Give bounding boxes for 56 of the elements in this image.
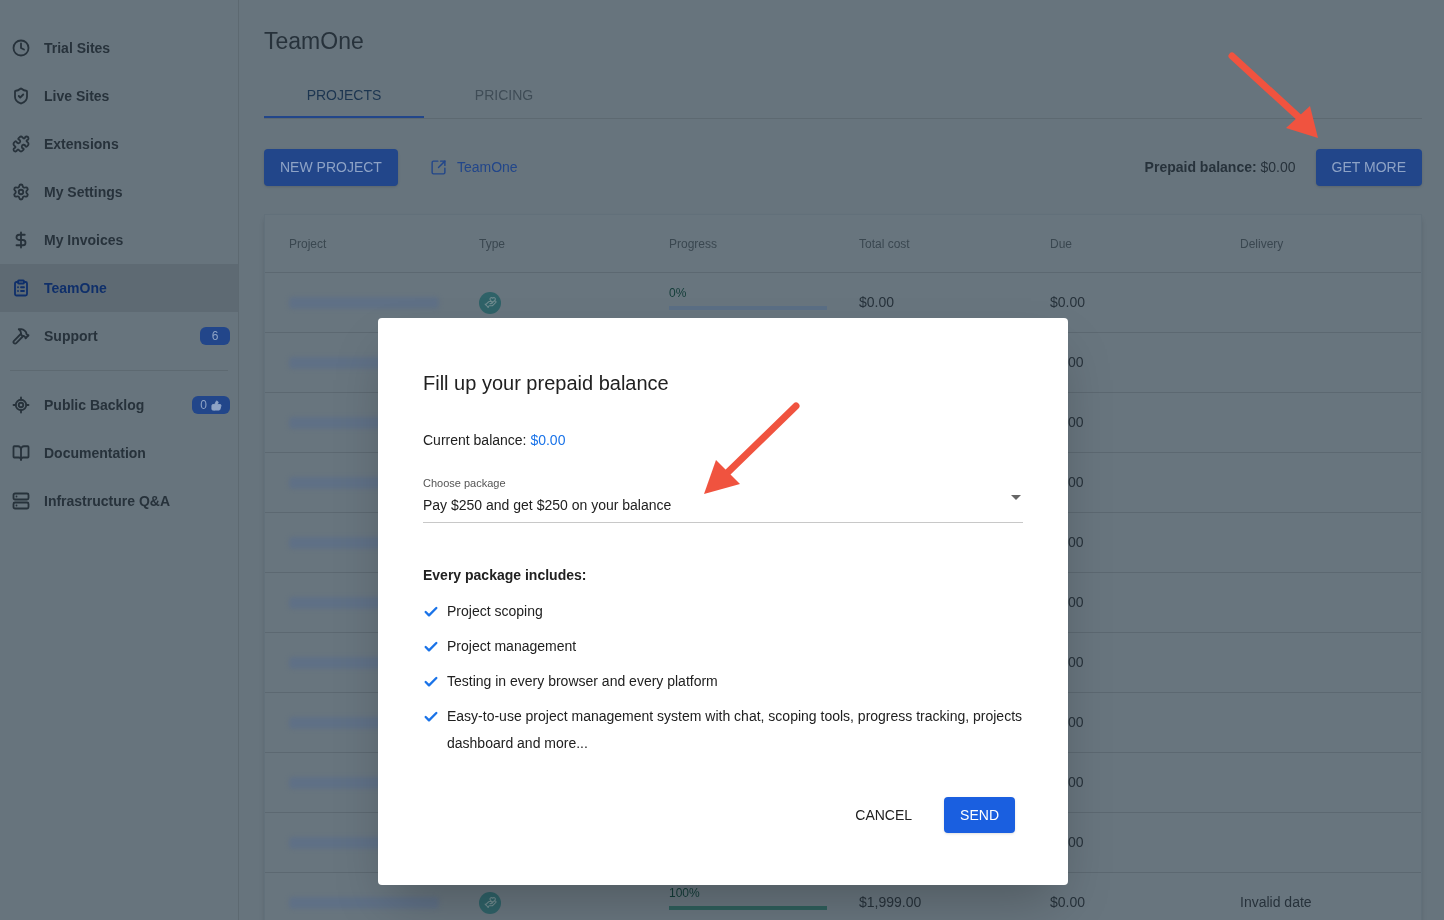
dialog-title: Fill up your prepaid balance [423,371,670,396]
external-link-icon [429,159,447,176]
new-project-button[interactable]: NEW PROJECT [264,149,398,186]
sidebar-item[interactable]: My Settings [0,168,238,216]
table-cell-text: $0.00 [1050,893,1087,912]
sidebar-item[interactable]: TeamOne [0,264,238,312]
table-cell-text: $0.00 [859,293,896,312]
included-feature: Project scoping [447,601,543,621]
table-cell-text: $1,999.00 [859,893,923,912]
sidebar-item[interactable]: Public Backlog 0 [0,381,238,429]
tab[interactable]: PROJECTS [264,74,424,118]
prepaid-balance: Prepaid balance: $0.00 [1144,158,1296,177]
table-cell-text: 00 [1067,533,1085,552]
included-feature: Project management [447,636,577,656]
table-cell-text: 00 [1067,473,1085,492]
table-cell-text: 00 [1067,593,1085,612]
sidebar-item[interactable]: My Invoices [0,216,238,264]
type-icon [479,891,501,914]
sidebar-item[interactable]: Trial Sites [0,24,238,72]
table-cell-text: 00 [1067,353,1085,372]
sidebar-item[interactable]: Documentation [0,429,238,477]
target-icon [12,396,30,414]
send-button[interactable]: SEND [944,797,1015,833]
puzzle-icon [12,135,30,153]
caret-icon [1011,495,1021,500]
votes-badge: 0 [192,396,230,414]
table-cell-text: 00 [1067,413,1085,432]
sidebar-item[interactable]: Live Sites [0,72,238,120]
sidebar-item[interactable]: Support 6 [0,312,238,360]
table-cell-text: Invalid date [1240,893,1313,912]
server-icon [12,492,30,510]
cancel-button[interactable]: CANCEL [843,797,925,833]
hammer-icon [12,327,30,345]
clipboard-icon [12,279,30,297]
includes-heading: Every package includes: [423,565,588,585]
shield-icon [12,87,30,105]
sidebar-item[interactable]: Infrastructure Q&A [0,477,238,525]
table-cell-text: 00 [1067,833,1085,852]
included-feature: Easy-to-use project management system with chat, scoping tools, progress tracking, projects dashboard and more... [447,706,1023,753]
current-balance: Current balance: $0.00 [423,431,567,450]
sidebar-item[interactable]: Extensions [0,120,238,168]
table-cell-text: 00 [1067,653,1085,672]
table-cell-text: $0.00 [1050,293,1087,312]
progress-percent: 0% [669,284,688,302]
team-link[interactable]: TeamOne [429,157,518,178]
table-cell-text: 00 [1067,773,1085,792]
clock-icon [12,39,30,57]
type-icon [479,291,501,314]
included-feature: Testing in every browser and every platform [447,671,718,691]
table-cell-text: 00 [1067,713,1085,732]
settings-icon [12,183,30,201]
progress-percent: 100% [669,884,701,902]
get-more-button[interactable]: GET MORE [1315,149,1422,186]
page-title: TeamOne [264,27,365,54]
count-badge: 6 [200,327,230,345]
book-icon [12,444,30,462]
